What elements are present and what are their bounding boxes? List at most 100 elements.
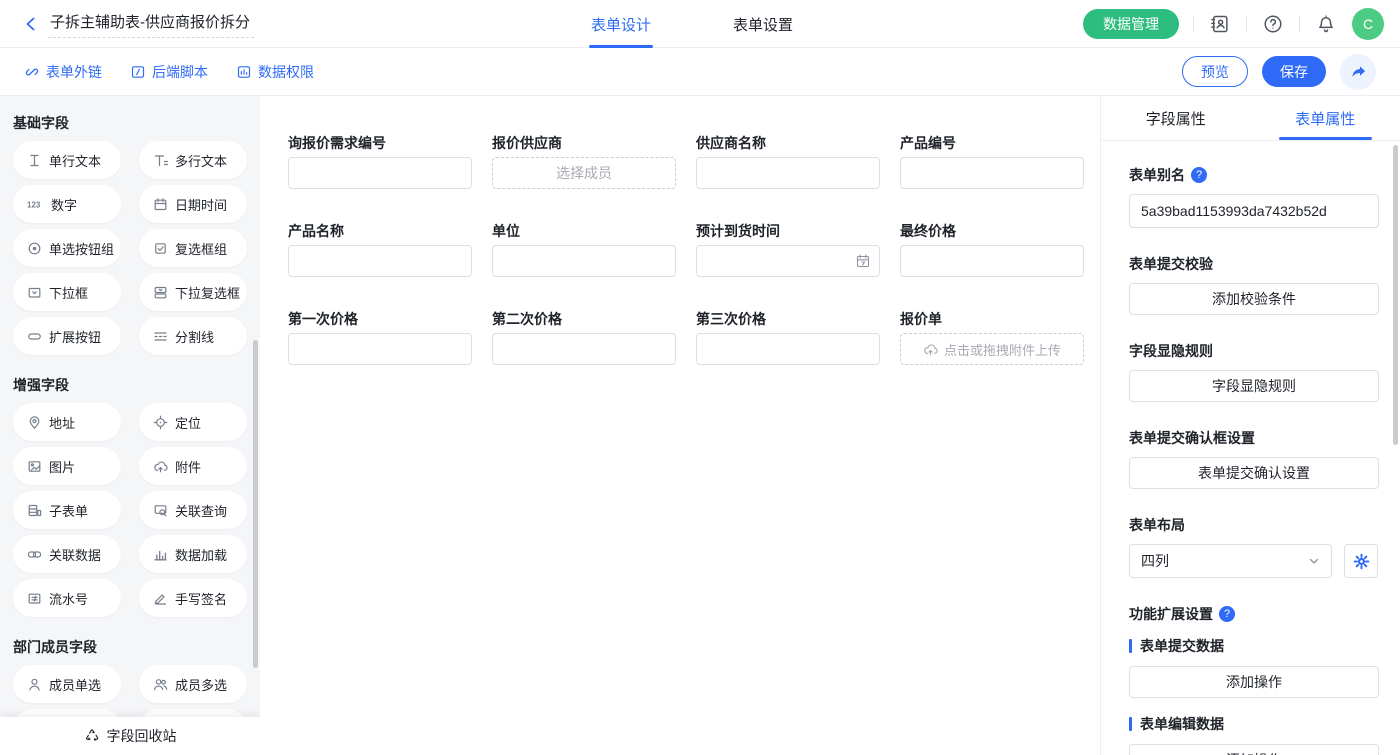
signature-pen-icon (153, 591, 168, 606)
preview-button[interactable]: 预览 (1182, 56, 1248, 87)
tab-form-design[interactable]: 表单设计 (585, 0, 657, 48)
dropdown-icon (27, 285, 42, 300)
form-field-quote-supplier[interactable]: 报价供应商 选择成员 (492, 133, 676, 189)
field-item-subform[interactable]: 子表单 (13, 491, 121, 529)
cloud-upload-icon (923, 342, 938, 357)
field-item-checkbox-group[interactable]: 复选框组 (139, 229, 247, 267)
form-field-first-price[interactable]: 第一次价格 (288, 309, 472, 365)
field-item-signature[interactable]: 手写签名 (139, 579, 247, 617)
member-picker[interactable]: 选择成员 (492, 157, 676, 189)
chevron-down-icon (1308, 555, 1320, 567)
field-item-number[interactable]: 123 数字 (13, 185, 121, 223)
field-item-attachment[interactable]: 附件 (139, 447, 247, 485)
help-icon[interactable]: ? (1191, 167, 1207, 183)
field-item-divider-line[interactable]: 分割线 (139, 317, 247, 355)
text-input[interactable] (900, 245, 1084, 277)
calendar-icon (855, 253, 871, 269)
field-item-datetime[interactable]: 日期时间 (139, 185, 247, 223)
radio-icon (27, 241, 42, 256)
field-item-linked-query[interactable]: 关联查询 (139, 491, 247, 529)
field-recycle-bin[interactable]: 字段回收站 (0, 717, 260, 755)
map-pin-icon (27, 415, 42, 430)
user-avatar[interactable]: C (1352, 8, 1384, 40)
field-item-radio-group[interactable]: 单选按钮组 (13, 229, 121, 267)
text-input[interactable] (288, 333, 472, 365)
person-icon (27, 677, 42, 692)
field-item-extend-button[interactable]: 扩展按钮 (13, 317, 121, 355)
contact-book-icon[interactable] (1208, 12, 1232, 36)
text-input[interactable] (288, 157, 472, 189)
section-title-member-fields: 部门成员字段 (13, 637, 247, 657)
text-input[interactable] (696, 157, 880, 189)
field-library-sidebar: 基础字段 单行文本 多行文本 123 数字 日期时间 (0, 96, 260, 755)
add-edit-action-button[interactable]: 添加操作 (1129, 744, 1379, 755)
attachment-upload-zone[interactable]: 点击或拖拽附件上传 (900, 333, 1084, 365)
tab-form-settings[interactable]: 表单设置 (727, 0, 799, 48)
form-field-supplier-name[interactable]: 供应商名称 (696, 133, 880, 189)
form-field-final-price[interactable]: 最终价格 (900, 221, 1084, 277)
field-item-member-single[interactable]: 成员单选 (13, 665, 121, 703)
visibility-rules-button[interactable]: 字段显隐规则 (1129, 370, 1379, 402)
form-title[interactable]: 子拆主辅助表-供应商报价拆分 (48, 9, 254, 38)
data-permission-button[interactable]: 数据权限 (236, 62, 314, 82)
section-title-enhanced-fields: 增强字段 (13, 375, 247, 395)
form-field-grid: 询报价需求编号 报价供应商 选择成员 供应商名称 产品编号 产品名称 (288, 133, 1084, 365)
form-field-third-price[interactable]: 第三次价格 (696, 309, 880, 365)
active-tab-underline (589, 45, 653, 48)
date-input[interactable] (696, 245, 880, 277)
share-button[interactable] (1340, 54, 1376, 90)
form-field-quotation-upload[interactable]: 报价单 点击或拖拽附件上传 (900, 309, 1084, 365)
submit-validation-section: 表单提交校验 添加校验条件 (1129, 254, 1378, 315)
field-item-multi-dropdown[interactable]: 下拉复选框 (139, 273, 247, 311)
data-manage-button[interactable]: 数据管理 (1083, 9, 1179, 39)
submit-confirm-button[interactable]: 表单提交确认设置 (1129, 457, 1379, 489)
tab-field-properties[interactable]: 字段属性 (1101, 96, 1251, 140)
text-input[interactable] (696, 333, 880, 365)
field-item-data-load[interactable]: 数据加载 (139, 535, 247, 573)
add-submit-action-button[interactable]: 添加操作 (1129, 666, 1379, 698)
submit-confirm-section: 表单提交确认框设置 表单提交确认设置 (1129, 428, 1378, 489)
add-validation-button[interactable]: 添加校验条件 (1129, 283, 1379, 315)
form-field-second-price[interactable]: 第二次价格 (492, 309, 676, 365)
recycle-icon (84, 728, 100, 744)
form-field-unit[interactable]: 单位 (492, 221, 676, 277)
field-item-member-multi[interactable]: 成员多选 (139, 665, 247, 703)
bar-chart-icon (153, 547, 168, 562)
field-item-multi-line-text[interactable]: 多行文本 (139, 141, 247, 179)
external-link-button[interactable]: 表单外链 (24, 62, 102, 82)
field-item-dropdown[interactable]: 下拉框 (13, 273, 121, 311)
text-input[interactable] (492, 333, 676, 365)
backend-script-button[interactable]: 后端脚本 (130, 62, 208, 82)
help-icon[interactable] (1261, 12, 1285, 36)
form-designer-app: 子拆主辅助表-供应商报价拆分 表单设计 表单设置 数据管理 (0, 0, 1400, 755)
layout-select[interactable]: 四列 (1129, 544, 1332, 578)
field-item-address[interactable]: 地址 (13, 403, 121, 441)
layout-settings-button[interactable] (1344, 544, 1378, 578)
sidebar-scrollbar[interactable] (253, 340, 258, 668)
form-field-product-name[interactable]: 产品名称 (288, 221, 472, 277)
back-button[interactable] (20, 13, 42, 35)
panel-scrollbar[interactable] (1393, 145, 1398, 445)
form-canvas[interactable]: 询报价需求编号 报价供应商 选择成员 供应商名称 产品编号 产品名称 (260, 96, 1100, 755)
notification-bell-icon[interactable] (1314, 12, 1338, 36)
form-field-product-number[interactable]: 产品编号 (900, 133, 1084, 189)
field-item-linked-data[interactable]: 关联数据 (13, 535, 121, 573)
basic-fields-grid: 单行文本 多行文本 123 数字 日期时间 单选按钮组 (13, 141, 247, 355)
panel-tabs: 字段属性 表单属性 (1101, 96, 1400, 141)
field-item-single-line-text[interactable]: 单行文本 (13, 141, 121, 179)
text-input[interactable] (900, 157, 1084, 189)
text-input[interactable] (288, 245, 472, 277)
field-item-location[interactable]: 定位 (139, 403, 247, 441)
tab-form-properties[interactable]: 表单属性 (1251, 96, 1400, 140)
divider (1299, 16, 1300, 32)
field-item-serial-number[interactable]: 流水号 (13, 579, 121, 617)
form-field-expected-arrival[interactable]: 预计到货时间 (696, 221, 880, 277)
gear-icon (1353, 553, 1370, 570)
form-alias-input[interactable] (1129, 194, 1379, 228)
form-field-inquiry-number[interactable]: 询报价需求编号 (288, 133, 472, 189)
single-line-text-icon (27, 153, 42, 168)
text-input[interactable] (492, 245, 676, 277)
field-item-image[interactable]: 图片 (13, 447, 121, 485)
help-icon[interactable]: ? (1219, 606, 1235, 622)
save-button[interactable]: 保存 (1262, 56, 1326, 87)
